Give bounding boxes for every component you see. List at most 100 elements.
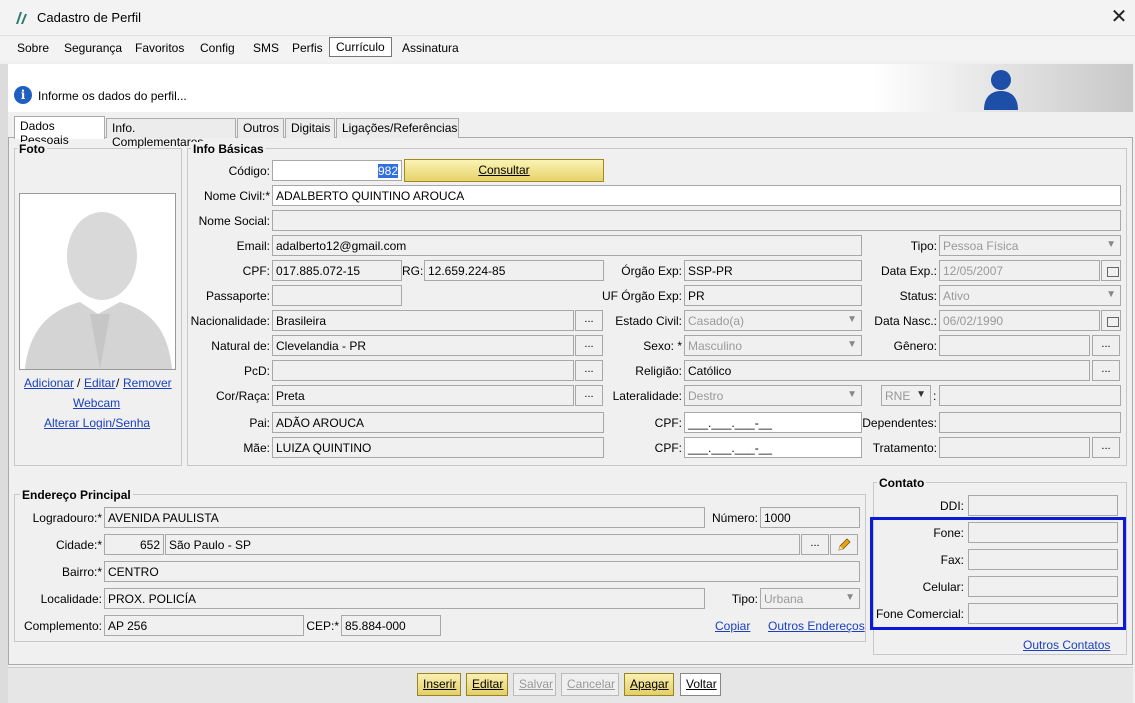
religiao-field[interactable]: Católico <box>684 360 1090 381</box>
salvar-button[interactable]: Salvar <box>513 673 556 696</box>
close-icon[interactable]: ✕ <box>1106 4 1132 30</box>
numero-field[interactable]: 1000 <box>760 507 860 528</box>
cpf-field[interactable]: 017.885.072-15 <box>272 260 402 281</box>
natural-lookup-button[interactable]: ... <box>575 335 603 356</box>
tipo-label: Tipo: <box>910 239 937 253</box>
logradouro-label: Logradouro:* <box>32 511 102 525</box>
info-basicas-title: Info Básicas <box>191 142 266 156</box>
email-field[interactable]: adalberto12@gmail.com <box>272 235 862 256</box>
outros-contatos-link[interactable]: Outros Contatos <box>1023 638 1110 652</box>
genero-lookup-button[interactable]: ... <box>1092 335 1120 356</box>
sexo-select[interactable]: Masculino ▼ <box>684 335 862 356</box>
tab-ligacoes[interactable]: Ligações/Referências <box>336 118 459 138</box>
bairro-field[interactable]: CENTRO <box>104 561 860 582</box>
cor-field[interactable]: Preta <box>272 385 574 406</box>
nacionalidade-lookup-button[interactable]: ... <box>575 310 603 331</box>
uf-orgao-label: UF Órgão Exp: <box>601 289 682 303</box>
localidade-field[interactable]: PROX. POLICÍA <box>104 588 705 609</box>
cep-field[interactable]: 85.884-000 <box>341 615 441 636</box>
pai-label: Pai: <box>249 416 270 430</box>
passaporte-field[interactable] <box>272 285 402 306</box>
rne-field[interactable] <box>939 385 1121 406</box>
editar-button[interactable]: Editar <box>466 673 508 696</box>
voltar-button[interactable]: Voltar <box>680 673 721 696</box>
uf-orgao-field[interactable]: PR <box>684 285 862 306</box>
consultar-button[interactable]: Consultar <box>404 159 604 182</box>
title-bar <box>0 0 1135 36</box>
dependentes-field[interactable] <box>939 412 1121 433</box>
salvar-label: Salvar <box>519 677 554 691</box>
lateralidade-select[interactable]: Destro ▼ <box>684 385 862 406</box>
cidade-lookup-button[interactable]: ... <box>801 534 829 555</box>
genero-label: Gênero: <box>893 339 937 353</box>
estado-civil-select[interactable]: Casado(a) ▼ <box>684 310 862 331</box>
passaporte-label: Passaporte: <box>205 289 270 303</box>
nacionalidade-field[interactable]: Brasileira <box>272 310 574 331</box>
remover-link[interactable]: Remover <box>123 376 172 390</box>
inserir-button[interactable]: Inserir <box>417 673 461 696</box>
tab-info-complementares[interactable]: Info. Complementares <box>106 118 236 149</box>
outros-enderecos-link[interactable]: Outros Endereços <box>768 619 865 633</box>
menu-seguranca[interactable]: Segurança <box>64 41 122 55</box>
codigo-label: Código: <box>228 164 270 178</box>
adicionar-link[interactable]: Adicionar <box>24 376 74 390</box>
logradouro-field[interactable]: AVENIDA PAULISTA <box>104 507 705 528</box>
rne-select[interactable]: RNE ▼ <box>881 385 931 406</box>
cidade-field[interactable]: São Paulo - SP <box>165 534 800 555</box>
nome-social-field[interactable] <box>272 210 1121 231</box>
orgao-field[interactable]: SSP-PR <box>684 260 862 281</box>
religiao-lookup-button[interactable]: ... <box>1092 360 1120 381</box>
genero-field[interactable] <box>939 335 1090 356</box>
tab-digitais[interactable]: Digitais <box>285 118 335 138</box>
cancelar-button[interactable]: Cancelar <box>561 673 619 696</box>
menu-favoritos[interactable]: Favoritos <box>135 41 184 55</box>
menu-curriculo[interactable]: Currículo <box>329 37 392 57</box>
dependentes-label: Dependentes: <box>862 416 937 430</box>
copiar-link[interactable]: Copiar <box>715 619 750 633</box>
editar-photo-link[interactable]: Editar <box>84 376 115 390</box>
tratamento-label: Tratamento: <box>872 441 937 455</box>
tratamento-lookup-button[interactable]: ... <box>1092 437 1120 458</box>
cpf-label: CPF: <box>242 264 270 278</box>
tratamento-field[interactable] <box>939 437 1090 458</box>
cidade-code-field[interactable]: 652 <box>104 534 164 555</box>
data-nasc-field[interactable]: 06/02/1990 <box>939 310 1100 331</box>
menu-perfis[interactable]: Perfis <box>292 41 323 55</box>
complemento-field[interactable]: AP 256 <box>104 615 304 636</box>
calendar-icon[interactable] <box>1101 310 1121 331</box>
codigo-value: 982 <box>377 164 398 178</box>
menu-assinatura[interactable]: Assinatura <box>402 41 459 55</box>
tipo-endereco-select[interactable]: Urbana ▼ <box>760 588 860 609</box>
status-label: Status: <box>899 289 937 303</box>
pcd-field[interactable] <box>272 360 574 381</box>
cpf-mae-field[interactable]: ___.___.___-__ <box>684 437 862 458</box>
menu-sobre[interactable]: Sobre <box>17 41 49 55</box>
menu-sms[interactable]: SMS <box>253 41 279 55</box>
mae-field[interactable]: LUIZA QUINTINO <box>272 437 604 458</box>
sexo-value: Masculino <box>688 339 743 353</box>
orgao-label: Órgão Exp: <box>621 264 682 278</box>
person-placeholder-icon <box>20 194 175 369</box>
pai-field[interactable]: ADÃO AROUCA <box>272 412 604 433</box>
data-nasc-label: Data Nasc.: <box>874 314 937 328</box>
webcam-link[interactable]: Webcam <box>73 396 120 410</box>
cpf-pai-field[interactable]: ___.___.___-__ <box>684 412 862 433</box>
rg-field[interactable]: 12.659.224-85 <box>424 260 604 281</box>
codigo-field[interactable]: 982 <box>272 160 402 181</box>
data-exp-field[interactable]: 12/05/2007 <box>939 260 1100 281</box>
ddi-field[interactable] <box>968 495 1118 516</box>
tipo-select[interactable]: Pessoa Física ▼ <box>939 235 1121 256</box>
alterar-login-link[interactable]: Alterar Login/Senha <box>44 416 150 430</box>
status-value: Ativo <box>943 289 970 303</box>
apagar-button[interactable]: Apagar <box>624 673 674 696</box>
pcd-lookup-button[interactable]: ... <box>575 360 603 381</box>
cor-lookup-button[interactable]: ... <box>575 385 603 406</box>
tab-dados-pessoais[interactable]: Dados Pessoais <box>14 116 105 147</box>
calendar-icon[interactable] <box>1101 260 1121 281</box>
status-select[interactable]: Ativo ▼ <box>939 285 1121 306</box>
tab-outros[interactable]: Outros <box>237 118 284 138</box>
nome-civil-field[interactable]: ADALBERTO QUINTINO AROUCA <box>272 185 1121 206</box>
menu-config[interactable]: Config <box>200 41 235 55</box>
pencil-icon[interactable] <box>830 534 858 555</box>
natural-field[interactable]: Clevelandia - PR <box>272 335 574 356</box>
